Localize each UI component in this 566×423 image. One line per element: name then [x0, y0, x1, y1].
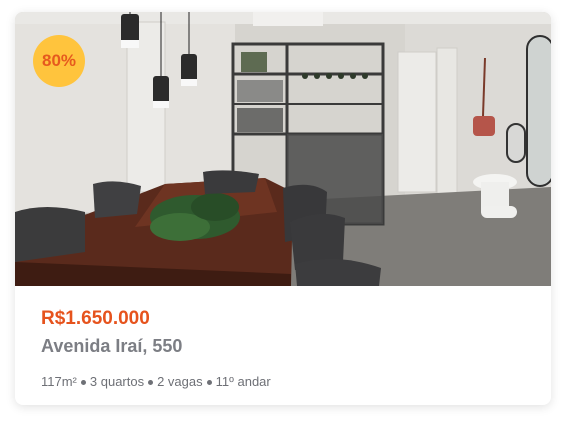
separator-dot	[80, 379, 86, 385]
discount-badge: 80%	[33, 35, 85, 87]
parking-label: 2 vagas	[157, 374, 203, 389]
dining-room-image	[15, 12, 551, 286]
area-label: 117m²	[41, 374, 77, 389]
separator-dot	[148, 379, 154, 385]
separator-dot	[206, 379, 212, 385]
address-label[interactable]: Avenida Iraí, 550	[41, 335, 531, 357]
property-card[interactable]: 80% R$1.650.000 Avenida Iraí, 550 117m² …	[15, 12, 551, 405]
floor-label: 11º andar	[215, 374, 271, 389]
bedrooms-label: 3 quartos	[89, 374, 145, 389]
price-label: R$1.650.000	[41, 308, 150, 329]
listing-details: 117m² 3 quartos 2 vagas 11º andar	[41, 374, 531, 390]
listing-info: R$1.650.000 Avenida Iraí, 550 117m² 3 qu…	[41, 308, 531, 390]
property-photo[interactable]: 80%	[15, 12, 551, 286]
